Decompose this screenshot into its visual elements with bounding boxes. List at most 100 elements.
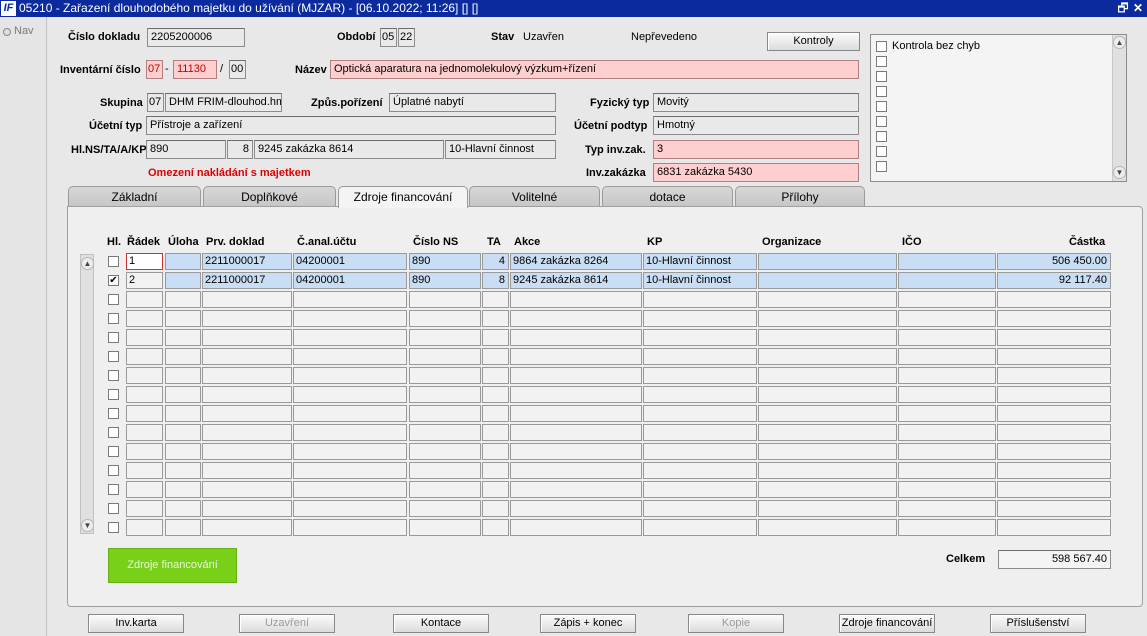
hlns-kp-field[interactable]: 10-Hlavní činnost bbox=[445, 140, 556, 159]
table-scroll-down-icon[interactable]: ▼ bbox=[81, 519, 94, 532]
cell-castka[interactable] bbox=[997, 405, 1111, 422]
cell-prv-doklad[interactable] bbox=[202, 310, 292, 327]
fyzicky-typ-field[interactable]: Movitý bbox=[653, 93, 859, 112]
cell-akce[interactable] bbox=[510, 367, 642, 384]
cell-uloha[interactable] bbox=[165, 519, 201, 536]
cell-ico[interactable] bbox=[898, 272, 996, 289]
cell-ico[interactable] bbox=[898, 462, 996, 479]
tab-zdroje-financovani[interactable]: Zdroje financování bbox=[338, 186, 468, 208]
cell-organizace[interactable] bbox=[758, 519, 897, 536]
cell-cislo-ns[interactable] bbox=[409, 481, 481, 498]
cell-castka[interactable] bbox=[997, 443, 1111, 460]
cell-prv-doklad[interactable] bbox=[202, 386, 292, 403]
cell-ta[interactable] bbox=[482, 405, 509, 422]
cell-radek[interactable] bbox=[126, 291, 163, 308]
nav-radio-icon[interactable] bbox=[3, 28, 11, 36]
cell-cislo-ns[interactable] bbox=[409, 386, 481, 403]
cell-organizace[interactable] bbox=[758, 443, 897, 460]
cell-uloha[interactable] bbox=[165, 367, 201, 384]
check-panel-scrollbar[interactable]: ▲ ▼ bbox=[1112, 35, 1126, 181]
obdobi-month-field[interactable]: 05 bbox=[380, 28, 397, 47]
cell-organizace[interactable] bbox=[758, 310, 897, 327]
cell-cislo-ns[interactable] bbox=[409, 424, 481, 441]
cell-c-anal-uctu[interactable] bbox=[293, 481, 407, 498]
cell-radek[interactable] bbox=[126, 500, 163, 517]
hlns-akce-field[interactable]: 9245 zakázka 8614 bbox=[254, 140, 444, 159]
cell-cislo-ns[interactable] bbox=[409, 348, 481, 365]
cell-cislo-ns[interactable] bbox=[409, 367, 481, 384]
cell-uloha[interactable] bbox=[165, 424, 201, 441]
hl-checkbox[interactable] bbox=[108, 256, 119, 267]
cell-cislo-ns[interactable] bbox=[409, 462, 481, 479]
cell-akce[interactable] bbox=[510, 405, 642, 422]
cell-organizace[interactable] bbox=[758, 481, 897, 498]
cell-akce[interactable] bbox=[510, 519, 642, 536]
cell-castka[interactable] bbox=[997, 500, 1111, 517]
cell-radek[interactable] bbox=[126, 443, 163, 460]
cell-akce[interactable] bbox=[510, 291, 642, 308]
cell-ta[interactable] bbox=[482, 462, 509, 479]
tab-doplnkove[interactable]: Doplňkové bbox=[203, 186, 336, 207]
cell-c-anal-uctu[interactable] bbox=[293, 405, 407, 422]
cell-prv-doklad[interactable] bbox=[202, 367, 292, 384]
cell-ico[interactable] bbox=[898, 405, 996, 422]
cell-ta[interactable] bbox=[482, 481, 509, 498]
skupina-code-field[interactable]: 07 bbox=[147, 93, 164, 112]
cell-cislo-ns[interactable] bbox=[409, 500, 481, 517]
kontrola-checkbox[interactable] bbox=[876, 56, 887, 67]
cell-akce[interactable] bbox=[510, 348, 642, 365]
hl-checkbox[interactable] bbox=[108, 370, 119, 381]
cell-kp[interactable] bbox=[643, 519, 757, 536]
cell-ico[interactable] bbox=[898, 329, 996, 346]
cell-ta[interactable] bbox=[482, 500, 509, 517]
cell-organizace[interactable] bbox=[758, 272, 897, 289]
typ-inv-zak-field[interactable]: 3 bbox=[653, 140, 859, 159]
hlns-ns-field[interactable]: 890 bbox=[146, 140, 226, 159]
inv-karta-button[interactable]: Inv.karta bbox=[88, 614, 184, 633]
cell-kp[interactable] bbox=[643, 367, 757, 384]
cell-prv-doklad[interactable] bbox=[202, 424, 292, 441]
cell-c-anal-uctu[interactable] bbox=[293, 310, 407, 327]
cell-radek[interactable] bbox=[126, 519, 163, 536]
cell-c-anal-uctu[interactable] bbox=[293, 329, 407, 346]
cell-organizace[interactable] bbox=[758, 462, 897, 479]
cell-c-anal-uctu[interactable] bbox=[293, 424, 407, 441]
tab-prilohy[interactable]: Přílohy bbox=[735, 186, 865, 207]
cell-prv-doklad[interactable] bbox=[202, 462, 292, 479]
cell-kp[interactable] bbox=[643, 481, 757, 498]
hl-checkbox[interactable] bbox=[108, 484, 119, 495]
cell-c-anal-uctu[interactable] bbox=[293, 291, 407, 308]
cell-ta[interactable] bbox=[482, 367, 509, 384]
cell-kp[interactable] bbox=[643, 405, 757, 422]
cell-castka[interactable] bbox=[997, 386, 1111, 403]
nazev-field[interactable]: Optická aparatura na jednomolekulový výz… bbox=[330, 60, 859, 79]
table-scrollbar[interactable]: ▲ ▼ bbox=[80, 254, 94, 534]
cell-organizace[interactable] bbox=[758, 424, 897, 441]
cell-organizace[interactable] bbox=[758, 367, 897, 384]
zdroje-financovani-button[interactable]: Zdroje financování bbox=[839, 614, 935, 633]
kontrola-checkbox[interactable] bbox=[876, 131, 887, 142]
tab-dotace[interactable]: dotace bbox=[602, 186, 733, 207]
cell-prv-doklad[interactable]: 2211000017 bbox=[202, 272, 292, 289]
cell-castka[interactable] bbox=[997, 481, 1111, 498]
hl-checkbox[interactable] bbox=[108, 313, 119, 324]
cell-castka[interactable] bbox=[997, 329, 1111, 346]
cell-ico[interactable] bbox=[898, 367, 996, 384]
cell-ico[interactable] bbox=[898, 424, 996, 441]
cell-castka[interactable] bbox=[997, 291, 1111, 308]
kontrola-checkbox[interactable] bbox=[876, 101, 887, 112]
cell-uloha[interactable] bbox=[165, 500, 201, 517]
cell-cislo-ns[interactable]: 890 bbox=[409, 253, 481, 270]
cell-radek[interactable] bbox=[126, 386, 163, 403]
cell-castka[interactable] bbox=[997, 367, 1111, 384]
cell-organizace[interactable] bbox=[758, 405, 897, 422]
cell-organizace[interactable] bbox=[758, 291, 897, 308]
cell-radek[interactable] bbox=[126, 367, 163, 384]
cell-kp[interactable] bbox=[643, 386, 757, 403]
cell-akce[interactable] bbox=[510, 443, 642, 460]
hl-checkbox[interactable] bbox=[108, 427, 119, 438]
prislusenstvi-button[interactable]: Příslušenství bbox=[990, 614, 1086, 633]
cell-uloha[interactable] bbox=[165, 310, 201, 327]
cell-prv-doklad[interactable] bbox=[202, 329, 292, 346]
cell-cislo-ns[interactable] bbox=[409, 310, 481, 327]
